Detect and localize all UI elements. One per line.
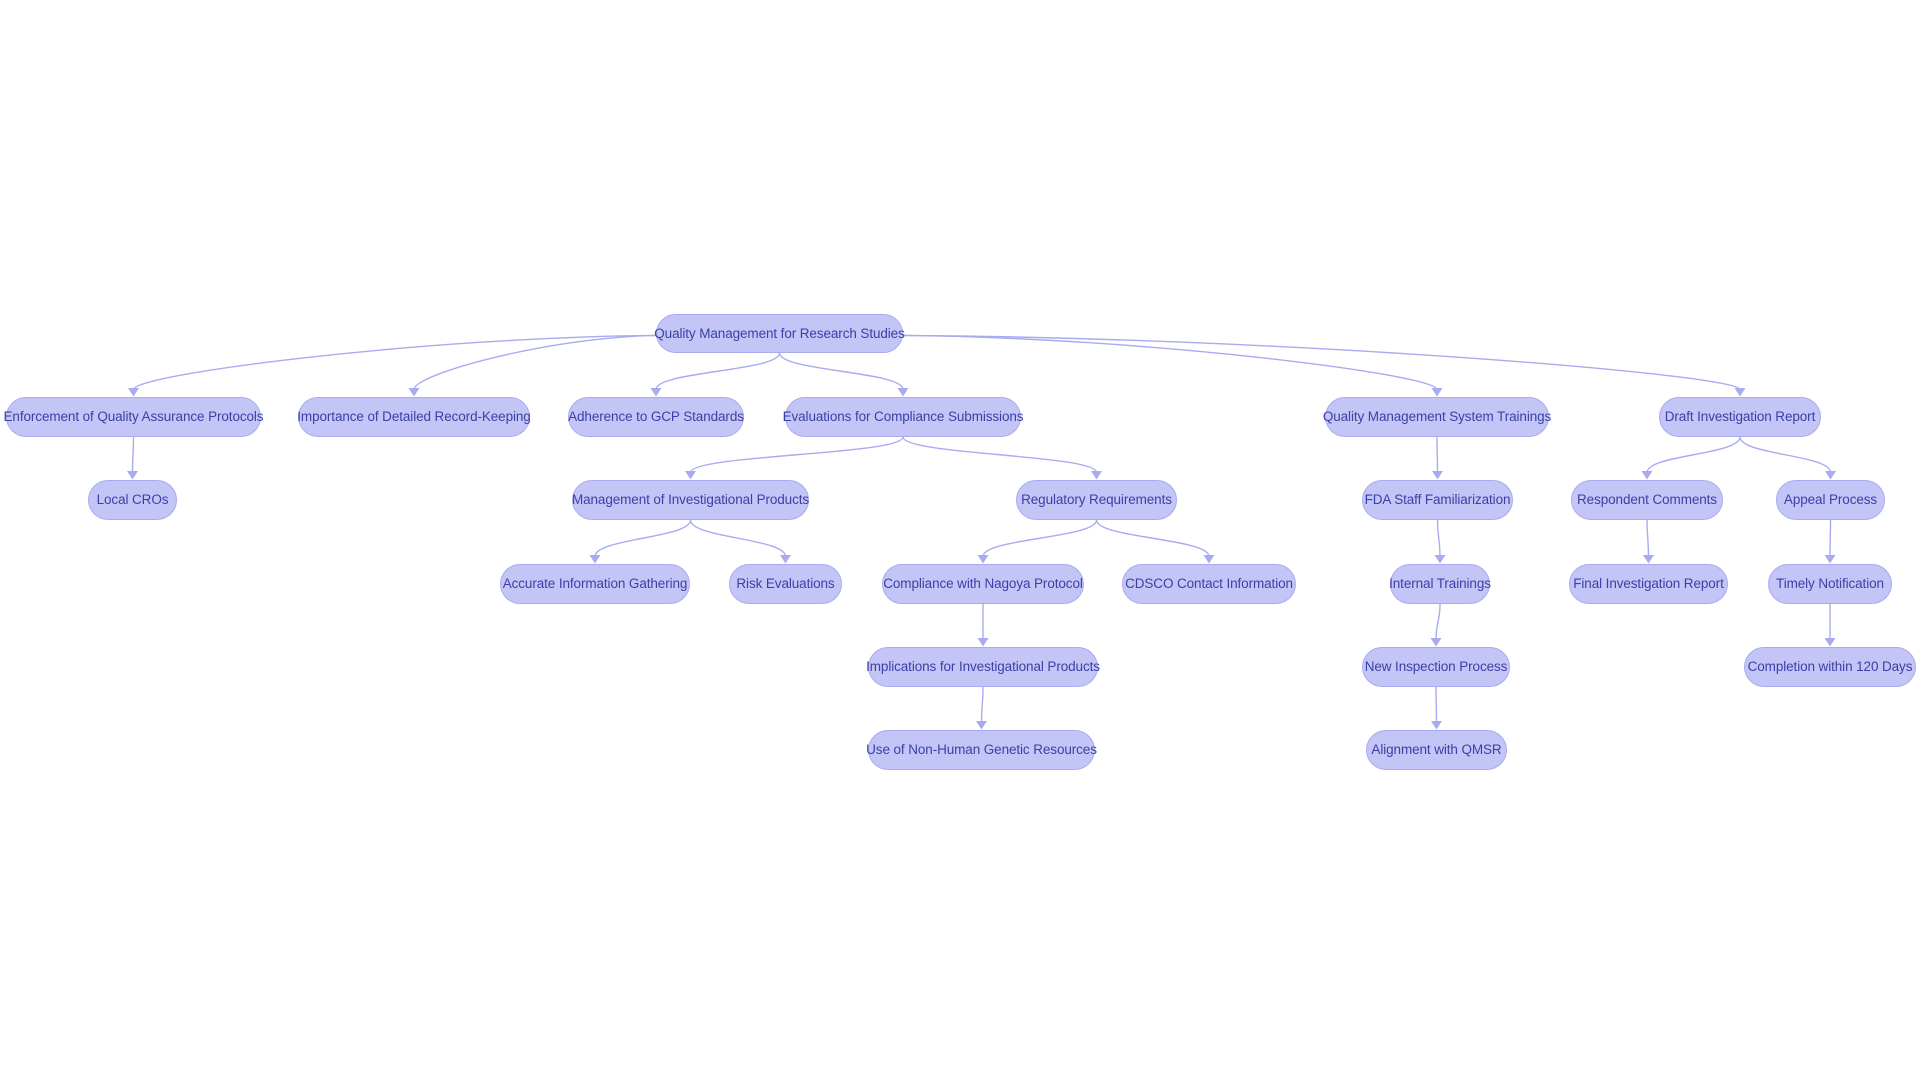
flowchart-node-draftreport[interactable]: Draft Investigation Report <box>1659 397 1821 437</box>
flowchart-arrowhead-accurate <box>589 555 601 564</box>
flowchart-arrowhead-enforcement <box>128 388 139 397</box>
flowchart-node-gcp[interactable]: Adherence to GCP Standards <box>568 397 744 437</box>
flowchart-node-label: Quality Management for Research Studies <box>654 325 905 341</box>
flowchart-arrowhead-regreq <box>1091 471 1102 480</box>
flowchart-node-timely[interactable]: Timely Notification <box>1768 564 1892 604</box>
flowchart-edge-evaluations-to-regreq <box>902 436 1098 473</box>
flowchart-arrowhead-evaluations <box>897 388 909 397</box>
flowchart-node-nonhuman[interactable]: Use of Non-Human Genetic Resources <box>866 730 1097 770</box>
flowchart-node-label: Compliance with Nagoya Protocol <box>883 576 1083 592</box>
edge-layer <box>127 334 1836 730</box>
flowchart-arrowhead-fdastaff <box>1432 471 1443 480</box>
flowchart-node-label: Management of Investigational Products <box>571 492 810 508</box>
flowchart-node-label: CDSCO Contact Information <box>1125 576 1293 592</box>
flowchart-node-label: Draft Investigation Report <box>1664 409 1816 425</box>
flowchart-edge-mgmtinvest-to-accurate <box>594 519 692 557</box>
flowchart-edge-internal-to-newinspect <box>1435 603 1441 640</box>
flowchart-node-appeal[interactable]: Appeal Process <box>1776 480 1885 520</box>
flowchart-edge-evaluations-to-mgmtinvest <box>689 436 904 474</box>
flowchart-node-label: Adherence to GCP Standards <box>568 409 744 425</box>
flowchart-node-nagoya[interactable]: Compliance with Nagoya Protocol <box>882 564 1084 604</box>
flowchart-edge-regreq-to-cdsco <box>1095 519 1210 557</box>
flowchart-arrowhead-respondent <box>1641 471 1653 480</box>
flowchart-node-label: New Inspection Process <box>1364 659 1508 675</box>
flowchart-node-finalreport[interactable]: Final Investigation Report <box>1569 564 1728 604</box>
flowchart-node-label: Importance of Detailed Record-Keeping <box>297 409 531 425</box>
flowchart-edge-draftreport-to-appeal <box>1739 436 1832 473</box>
flowchart-arrowhead-riskeval <box>780 555 791 564</box>
flowchart-node-accurate[interactable]: Accurate Information Gathering <box>500 564 690 604</box>
flowchart-edge-root-to-qmstrain <box>902 334 1438 390</box>
flowchart-arrowhead-nagoya <box>977 555 989 564</box>
flowchart-canvas: Quality Management for Research Studies E… <box>0 0 1920 1080</box>
flowchart-node-record[interactable]: Importance of Detailed Record-Keeping <box>297 397 531 437</box>
flowchart-node-label: Use of Non-Human Genetic Resources <box>866 742 1097 758</box>
flowchart-node-label: Timely Notification <box>1776 576 1884 592</box>
flowchart-node-label: Implications for Investigational Product… <box>866 659 1100 675</box>
flowchart-node-label: Completion within 120 Days <box>1747 659 1913 675</box>
flowchart-edge-root-to-evaluations <box>778 352 904 390</box>
flowchart-edge-root-to-record <box>413 334 657 390</box>
flowchart-arrowhead-localcros <box>127 471 138 480</box>
flowchart-node-label: Risk Evaluations <box>736 576 835 592</box>
flowchart-node-regreq[interactable]: Regulatory Requirements <box>1016 480 1177 520</box>
flowchart-edge-root-to-enforcement <box>132 334 657 390</box>
flowchart-arrowhead-qmsr <box>1431 721 1442 730</box>
flowchart-node-enforcement[interactable]: Enforcement of Quality Assurance Protoco… <box>4 397 264 437</box>
flowchart-node-label: Evaluations for Compliance Submissions <box>782 409 1024 425</box>
flowchart-node-fdastaff[interactable]: FDA Staff Familiarization <box>1362 480 1513 520</box>
flowchart-arrowhead-appeal <box>1825 471 1836 480</box>
flowchart-node-respondent[interactable]: Respondent Comments <box>1571 480 1723 520</box>
flowchart-edge-enforcement-to-localcros <box>131 436 135 473</box>
flowchart-arrowhead-nonhuman <box>976 721 987 730</box>
flowchart-node-label: Respondent Comments <box>1577 492 1717 508</box>
flowchart-node-cdsco[interactable]: CDSCO Contact Information <box>1122 564 1296 604</box>
flowchart-node-label: Accurate Information Gathering <box>502 576 688 592</box>
flowchart-node-completion[interactable]: Completion within 120 Days <box>1744 647 1916 687</box>
flowchart-edge-implications-to-nonhuman <box>980 686 984 723</box>
flowchart-arrowhead-completion <box>1824 638 1836 647</box>
flowchart-edge-appeal-to-timely <box>1829 519 1832 557</box>
flowchart-node-label: Quality Management System Trainings <box>1322 409 1552 425</box>
flowchart-arrowhead-draftreport <box>1734 388 1746 397</box>
flowchart-arrowhead-cdsco <box>1203 555 1215 564</box>
flowchart-node-qmsr[interactable]: Alignment with QMSR <box>1366 730 1507 770</box>
flowchart-node-label: Regulatory Requirements <box>1021 492 1172 508</box>
flowchart-node-label: FDA Staff Familiarization <box>1364 492 1511 508</box>
flowchart-edge-newinspect-to-qmsr <box>1435 686 1438 723</box>
flowchart-edge-qmstrain-to-fdastaff <box>1436 436 1439 473</box>
flowchart-edge-root-to-gcp <box>655 352 781 390</box>
flowchart-node-label: Enforcement of Quality Assurance Protoco… <box>3 409 264 425</box>
flowchart-arrowhead-finalreport <box>1643 555 1654 564</box>
flowchart-node-label: Local CROs <box>96 492 169 508</box>
flowchart-arrowhead-gcp <box>650 388 662 397</box>
flowchart-node-qmstrain[interactable]: Quality Management System Trainings <box>1323 397 1551 437</box>
flowchart-arrowhead-internal <box>1434 555 1446 564</box>
flowchart-node-label: Final Investigation Report <box>1573 576 1724 592</box>
flowchart-edge-fdastaff-to-internal <box>1436 519 1441 557</box>
flowchart-edge-root-to-draftreport <box>902 334 1741 391</box>
flowchart-node-label: Internal Trainings <box>1389 576 1491 592</box>
flowchart-arrowhead-timely <box>1824 555 1836 564</box>
flowchart-edge-respondent-to-finalreport <box>1646 519 1650 557</box>
flowchart-edge-draftreport-to-respondent <box>1646 436 1741 473</box>
flowchart-arrowhead-record <box>408 388 420 397</box>
flowchart-edge-regreq-to-nagoya <box>982 519 1098 557</box>
flowchart-node-label: Appeal Process <box>1783 492 1878 508</box>
flowchart-node-localcros[interactable]: Local CROs <box>88 480 177 520</box>
flowchart-arrowhead-newinspect <box>1430 638 1442 647</box>
flowchart-node-implications[interactable]: Implications for Investigational Product… <box>866 647 1100 687</box>
flowchart-node-label: Alignment with QMSR <box>1371 742 1502 758</box>
flowchart-node-root[interactable]: Quality Management for Research Studies <box>654 314 905 353</box>
flowchart-arrowhead-implications <box>977 638 989 647</box>
flowchart-edge-mgmtinvest-to-riskeval <box>689 519 787 557</box>
flowchart-arrowhead-mgmtinvest <box>685 471 696 480</box>
flowchart-node-newinspect[interactable]: New Inspection Process <box>1362 647 1510 687</box>
flowchart-arrowhead-qmstrain <box>1431 388 1443 397</box>
flowchart-node-riskeval[interactable]: Risk Evaluations <box>729 564 842 604</box>
flowchart-node-mgmtinvest[interactable]: Management of Investigational Products <box>572 480 809 520</box>
flowchart-node-evaluations[interactable]: Evaluations for Compliance Submissions <box>783 397 1024 437</box>
flowchart-node-internal[interactable]: Internal Trainings <box>1389 564 1491 604</box>
